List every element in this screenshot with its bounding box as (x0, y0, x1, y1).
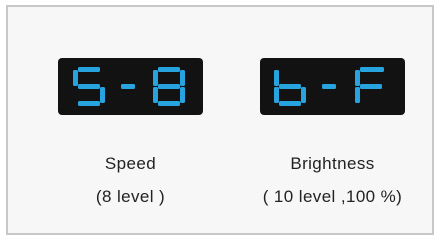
brightness-label: Brightness (290, 154, 375, 173)
speed-label: Speed (104, 154, 157, 173)
segment-dash (121, 84, 135, 89)
segment-digit-s (73, 67, 105, 106)
segment-dash (322, 84, 336, 89)
brightness-sublabel: ( 10 level ,100 %) (262, 187, 403, 206)
speed-sublabel: (8 level ) (95, 187, 166, 206)
display-card: Speed (8 level ) Brightness ( 10 level ,… (6, 5, 434, 235)
brightness-readout-b-f (274, 67, 384, 106)
segment-digit-b (274, 70, 306, 106)
speed-readout-s-8 (73, 67, 185, 106)
segment-digit-f (355, 67, 384, 103)
segment-digit-8 (153, 67, 185, 106)
brightness-display (260, 58, 405, 115)
speed-display (58, 58, 203, 115)
